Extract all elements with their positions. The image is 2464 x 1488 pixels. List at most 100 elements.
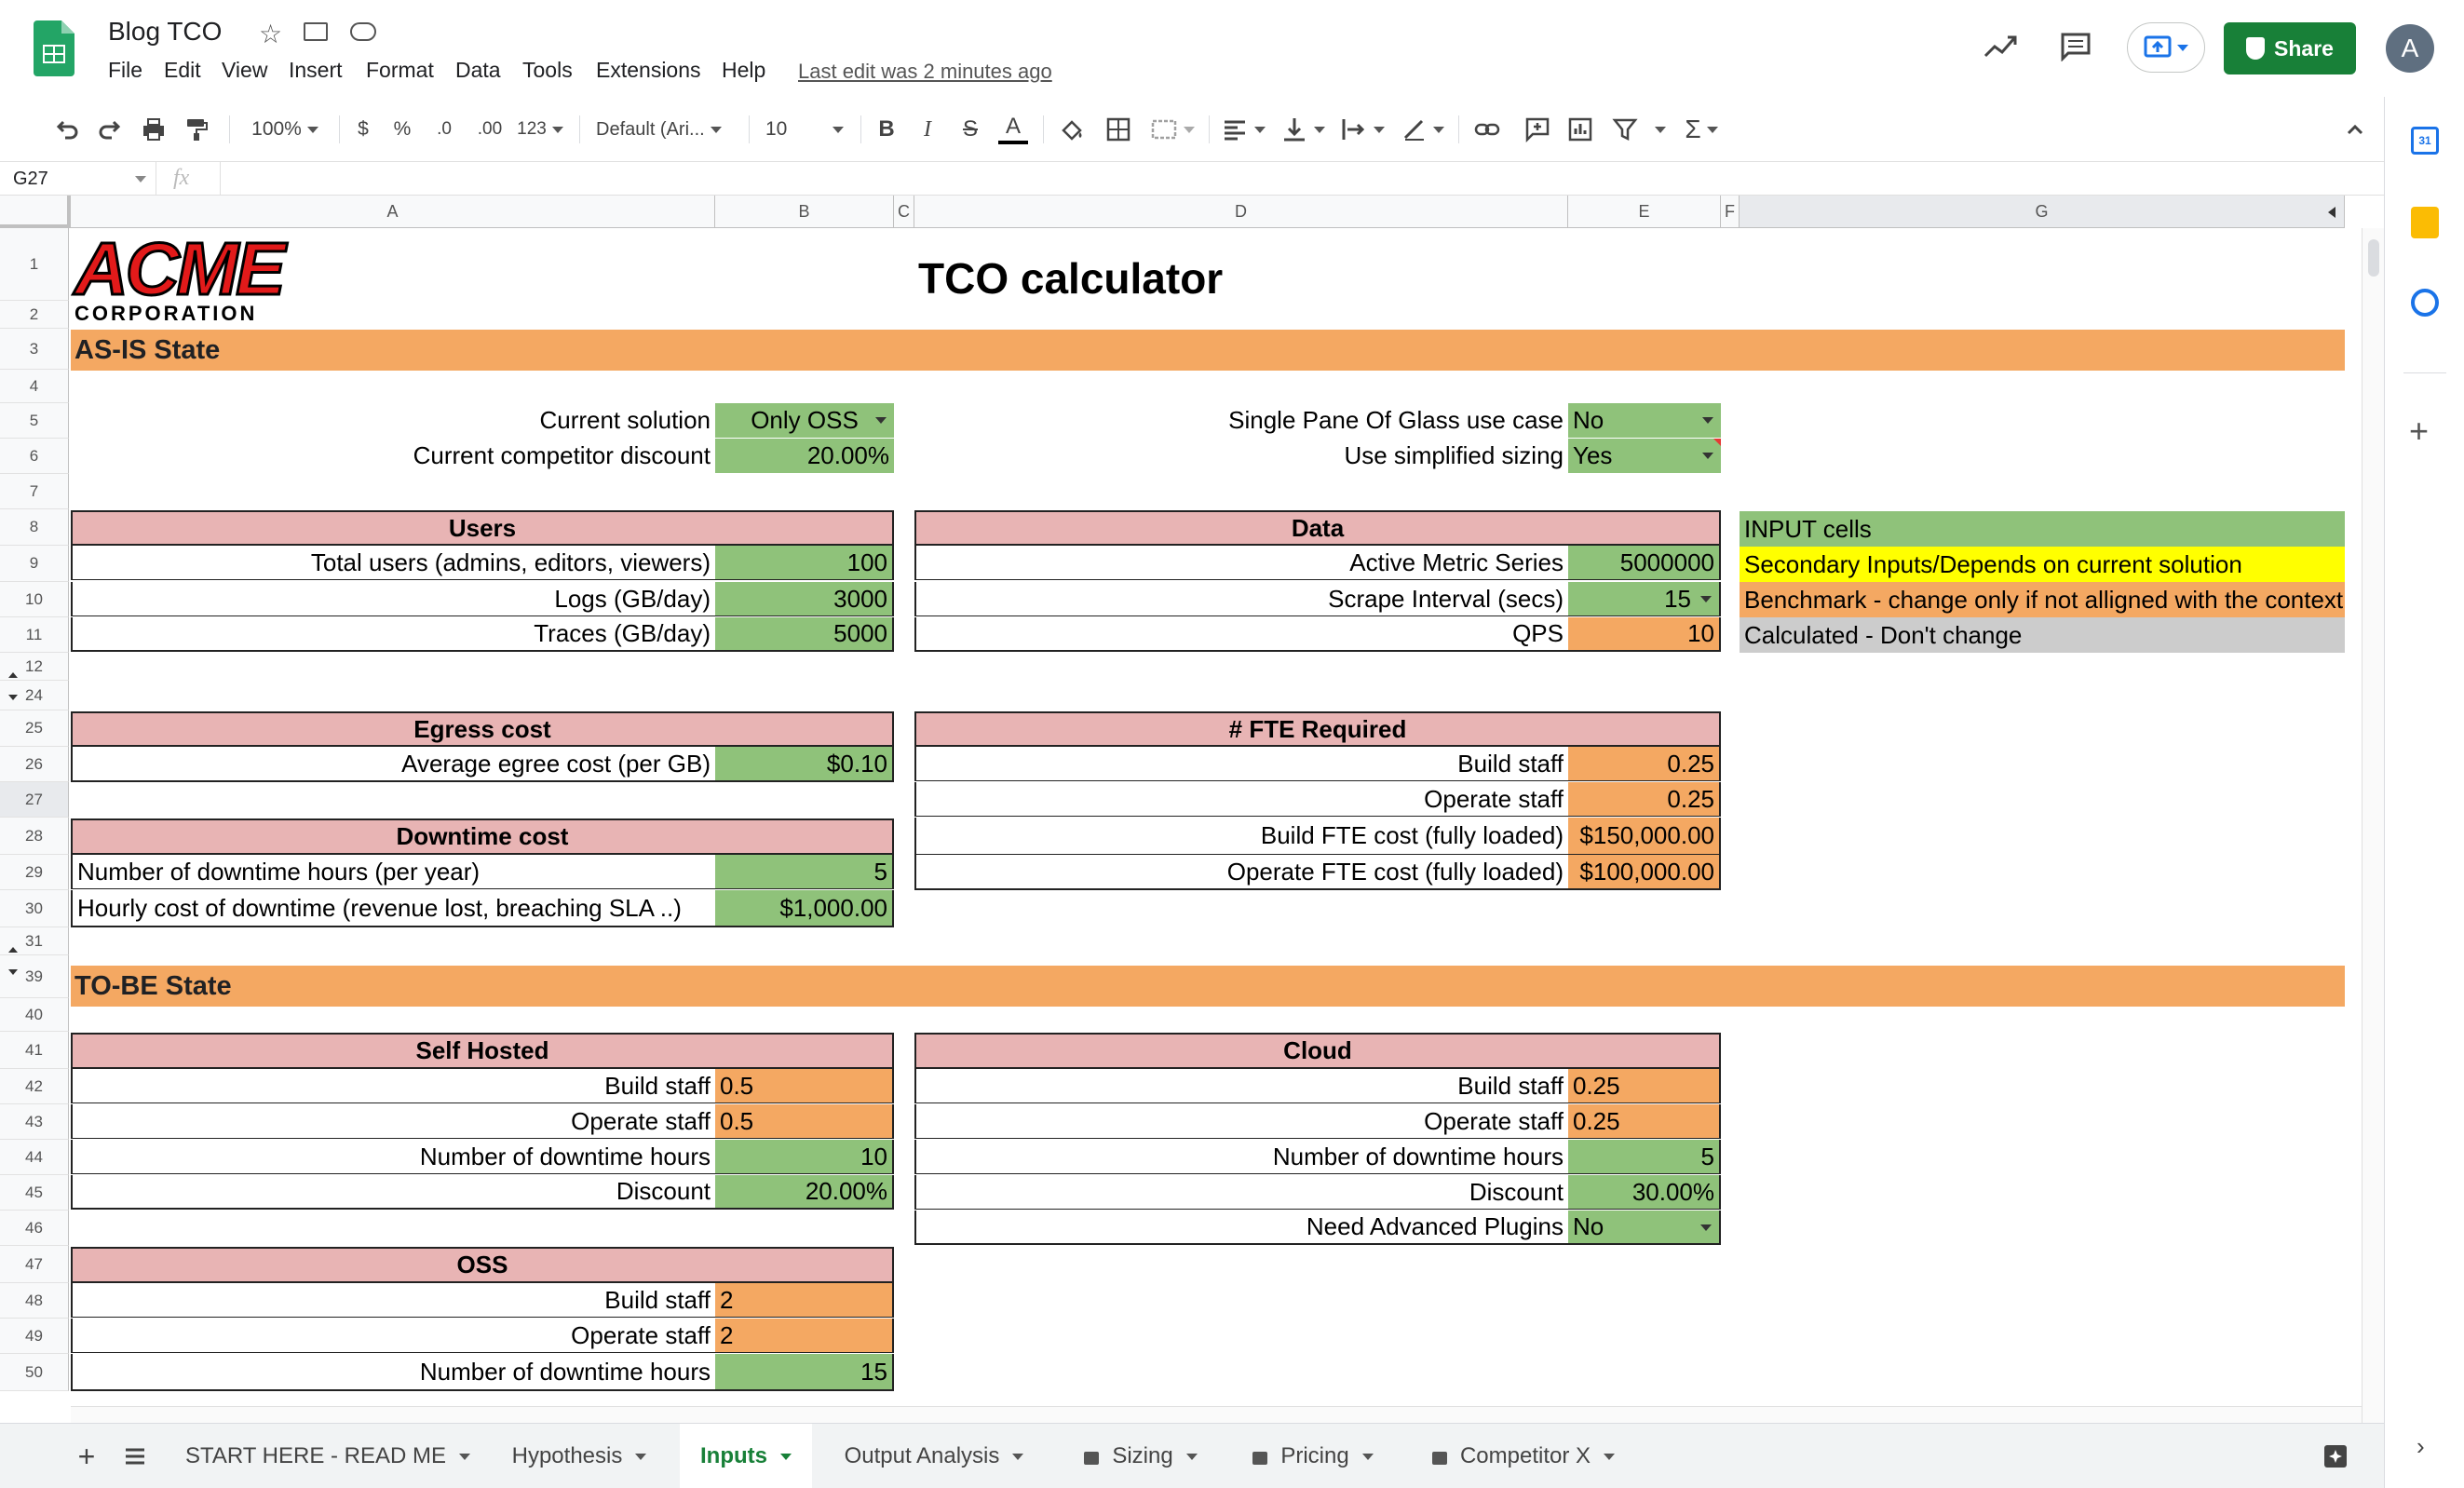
oss-operate-label[interactable]: Operate staff: [71, 1319, 715, 1353]
menu-insert[interactable]: Insert: [289, 58, 343, 83]
data-table-header[interactable]: Data: [914, 510, 1721, 546]
oss-build-label[interactable]: Build staff: [71, 1283, 715, 1318]
horizontal-align-icon[interactable]: [1220, 113, 1266, 146]
strikethrough-button[interactable]: S: [957, 113, 983, 146]
increase-decimal-button[interactable]: .00: [471, 113, 508, 146]
tab-inputs[interactable]: Inputs: [680, 1424, 812, 1488]
insert-link-icon[interactable]: [1471, 113, 1503, 146]
legend-input-cells[interactable]: INPUT cells: [1740, 511, 2345, 547]
expand-group-icon[interactable]: [8, 947, 18, 953]
borders-icon[interactable]: [1103, 113, 1134, 146]
menu-view[interactable]: View: [222, 58, 267, 83]
star-icon[interactable]: ☆: [259, 19, 282, 49]
row-header-29[interactable]: 29: [0, 855, 69, 890]
tab-output-analysis[interactable]: Output Analysis: [827, 1424, 1041, 1488]
column-header-d[interactable]: D: [914, 196, 1568, 228]
scrape-interval-select[interactable]: 15: [1568, 582, 1721, 616]
current-solution-select[interactable]: Only OSS: [715, 403, 894, 438]
downtime-hours-value[interactable]: 5: [715, 855, 894, 889]
fte-operate-staff-value[interactable]: 0.25: [1568, 782, 1721, 817]
row-header-8[interactable]: 8: [0, 509, 69, 546]
row-header-48[interactable]: 48: [0, 1283, 69, 1319]
legend-calculated[interactable]: Calculated - Don't change: [1740, 617, 2345, 653]
downtime-hours-label[interactable]: Number of downtime hours (per year): [71, 855, 715, 889]
egress-table-header[interactable]: Egress cost: [71, 711, 894, 747]
qps-label[interactable]: QPS: [914, 617, 1568, 652]
asis-section-header[interactable]: AS-IS State: [71, 330, 2345, 371]
get-addons-icon[interactable]: +: [2409, 412, 2429, 451]
explore-icon[interactable]: [2315, 1424, 2356, 1488]
row-header-40[interactable]: 40: [0, 998, 69, 1032]
keep-icon[interactable]: [2411, 207, 2439, 238]
row-header-2[interactable]: 2: [0, 301, 69, 329]
simplified-sizing-select[interactable]: Yes: [1568, 439, 1721, 473]
undo-icon[interactable]: [50, 113, 82, 146]
comments-icon[interactable]: [2060, 32, 2092, 66]
advanced-plugins-select[interactable]: No: [1568, 1211, 1721, 1245]
font-family-select[interactable]: Default (Ari...: [596, 113, 736, 146]
row-header-6[interactable]: 6: [0, 439, 69, 474]
row-header-45[interactable]: 45: [0, 1175, 69, 1211]
row-header-26[interactable]: 26: [0, 747, 69, 782]
activity-trend-icon[interactable]: [1983, 34, 2017, 64]
selfhosted-downtime-value[interactable]: 10: [715, 1140, 894, 1174]
selfhosted-operate-value[interactable]: 0.5: [715, 1104, 894, 1139]
row-header-46[interactable]: 46: [0, 1211, 69, 1246]
row-header-43[interactable]: 43: [0, 1104, 69, 1140]
simplified-sizing-label[interactable]: Use simplified sizing: [914, 439, 1568, 473]
vertical-scroll-thumb[interactable]: [2368, 239, 2379, 277]
fte-operate-staff-label[interactable]: Operate staff: [914, 782, 1568, 817]
selfhosted-downtime-label[interactable]: Number of downtime hours: [71, 1140, 715, 1174]
column-header-c[interactable]: C: [894, 196, 914, 228]
column-header-g[interactable]: G: [1740, 196, 2345, 228]
row-header-1[interactable]: 1: [0, 228, 69, 301]
column-header-b[interactable]: B: [715, 196, 894, 228]
selfhosted-build-value[interactable]: 0.5: [715, 1069, 894, 1103]
calendar-icon[interactable]: 31: [2411, 127, 2439, 155]
functions-icon[interactable]: Σ: [1678, 113, 1725, 146]
vertical-align-icon[interactable]: [1279, 113, 1326, 146]
menu-help[interactable]: Help: [722, 58, 765, 83]
bold-button[interactable]: B: [873, 113, 900, 146]
last-edit-link[interactable]: Last edit was 2 minutes ago: [798, 60, 1052, 84]
selfhosted-operate-label[interactable]: Operate staff: [71, 1104, 715, 1139]
row-header-28[interactable]: 28: [0, 818, 69, 855]
cloud-table-header[interactable]: Cloud: [914, 1033, 1721, 1069]
downtime-table-header[interactable]: Downtime cost: [71, 818, 894, 855]
legend-benchmark[interactable]: Benchmark - change only if not alligned …: [1740, 582, 2345, 617]
build-fte-cost-label[interactable]: Build FTE cost (fully loaded): [914, 818, 1568, 855]
active-metric-series-label[interactable]: Active Metric Series: [914, 546, 1568, 580]
text-color-button[interactable]: A: [998, 113, 1028, 144]
menu-format[interactable]: Format: [366, 58, 434, 83]
traces-label[interactable]: Traces (GB/day): [71, 617, 715, 652]
paint-format-icon[interactable]: [181, 113, 212, 146]
cloud-build-label[interactable]: Build staff: [914, 1069, 1568, 1103]
scroll-left-arrow-icon[interactable]: [2328, 207, 2335, 218]
menu-file[interactable]: File: [108, 58, 142, 83]
row-header-30[interactable]: 30: [0, 890, 69, 927]
avatar[interactable]: A: [2386, 24, 2434, 73]
dropdown-arrow-icon[interactable]: [1702, 453, 1713, 459]
formula-input[interactable]: [220, 162, 2371, 196]
spog-label[interactable]: Single Pane Of Glass use case: [914, 403, 1568, 438]
legend-secondary-inputs[interactable]: Secondary Inputs/Depends on current solu…: [1740, 547, 2345, 582]
tobe-section-header[interactable]: TO-BE State: [71, 966, 2345, 1007]
egress-cost-value[interactable]: $0.10: [715, 747, 894, 782]
text-wrapping-icon[interactable]: [1339, 113, 1386, 146]
cloud-build-value[interactable]: 0.25: [1568, 1069, 1721, 1103]
tab-start-here[interactable]: START HERE - READ ME: [179, 1424, 477, 1488]
current-solution-label[interactable]: Current solution: [71, 403, 715, 438]
row-header-39[interactable]: 39: [0, 955, 69, 998]
show-side-panel-icon[interactable]: ›: [2417, 1432, 2425, 1461]
cloud-discount-label[interactable]: Discount: [914, 1175, 1568, 1210]
oss-table-header[interactable]: OSS: [71, 1247, 894, 1283]
row-header-50[interactable]: 50: [0, 1354, 69, 1391]
font-size-select[interactable]: 10: [762, 113, 847, 146]
filter-icon[interactable]: [1609, 113, 1641, 146]
decrease-decimal-button[interactable]: .0: [428, 113, 460, 146]
insert-comment-icon[interactable]: [1522, 113, 1553, 146]
name-box[interactable]: G27: [0, 162, 156, 196]
filter-views-dropdown[interactable]: [1646, 113, 1669, 146]
row-header-11[interactable]: 11: [0, 617, 69, 653]
row-header-7[interactable]: 7: [0, 474, 69, 509]
